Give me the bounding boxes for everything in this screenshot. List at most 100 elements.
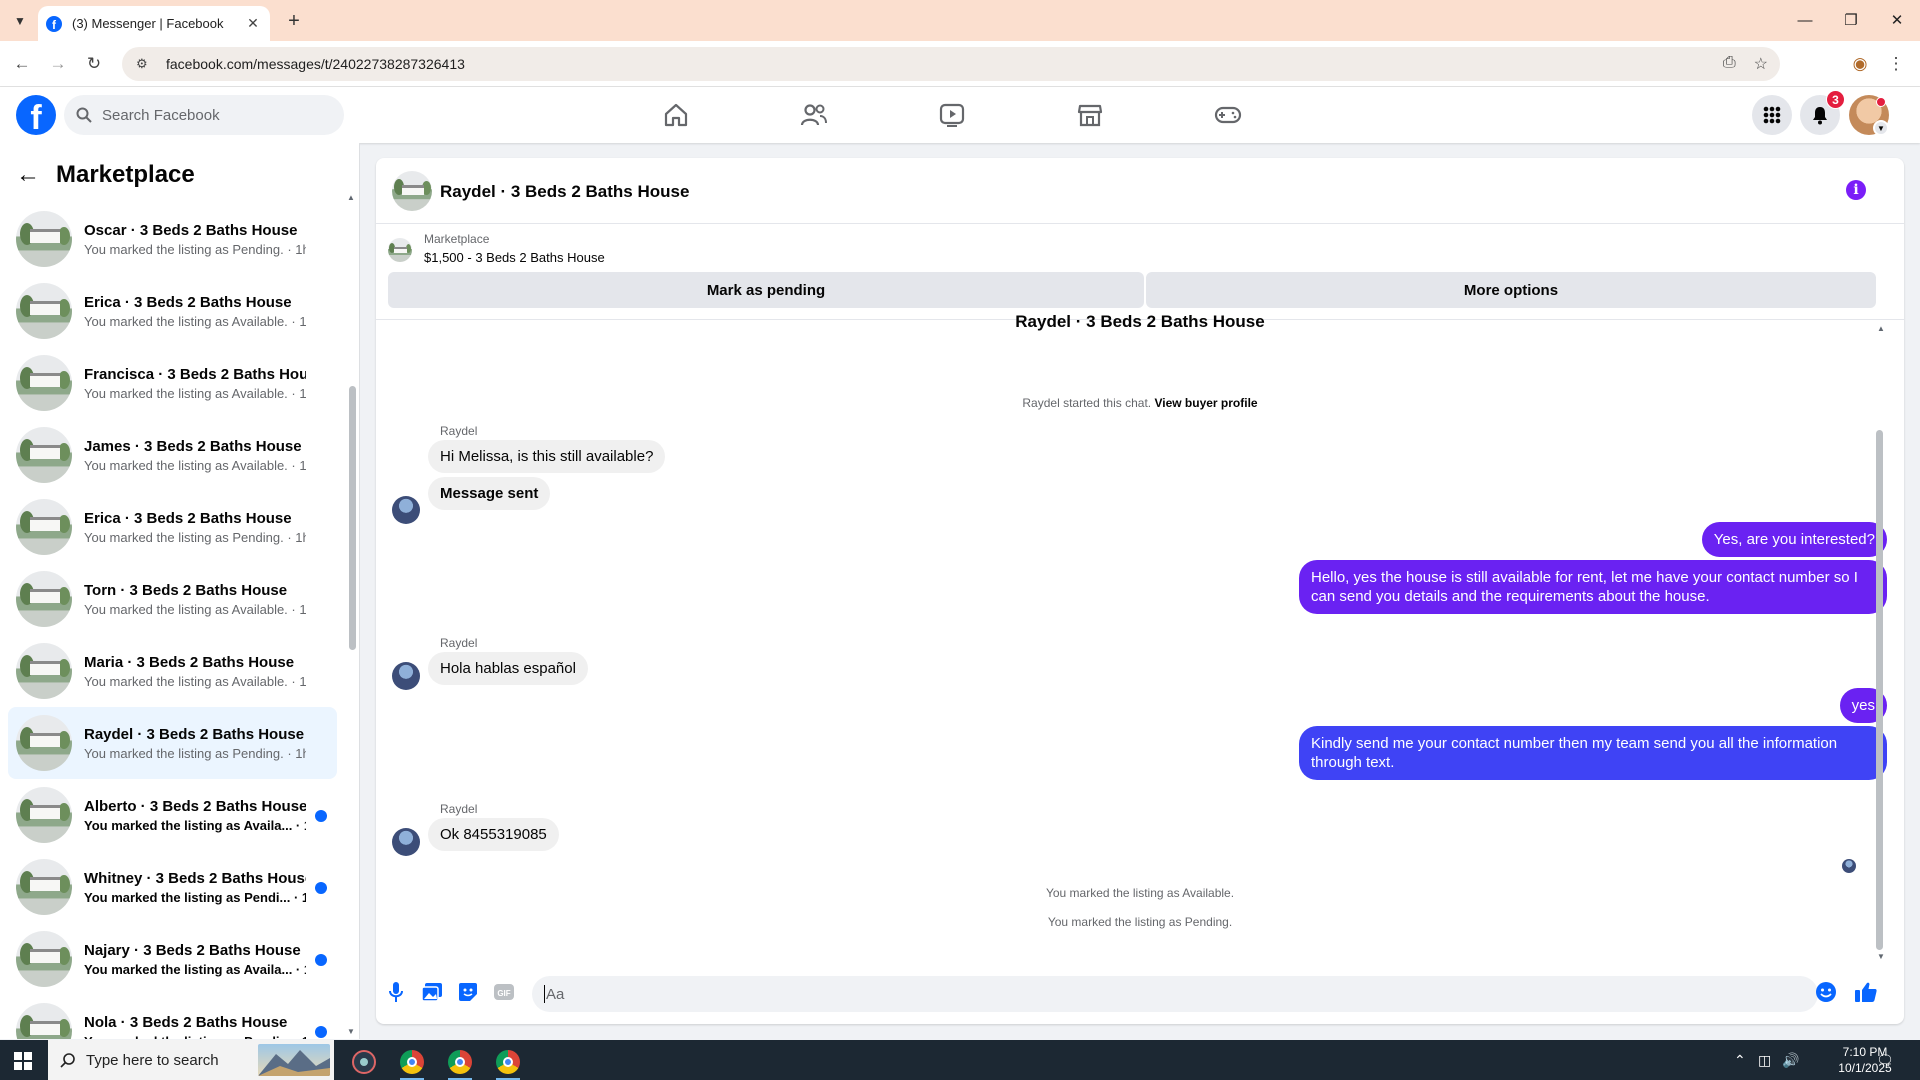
friends-icon[interactable] (798, 99, 830, 131)
search-placeholder: Search Facebook (102, 106, 220, 124)
chevron-down-icon[interactable]: ▼ (1873, 120, 1889, 136)
conversation-item[interactable]: Erica · 3 Beds 2 Baths House You marked t… (8, 275, 337, 347)
sender-avatar[interactable] (392, 496, 420, 524)
marketplace-icon[interactable] (1074, 99, 1106, 131)
listing-thumbnail (16, 715, 72, 771)
svg-text:GIF: GIF (497, 989, 510, 998)
conversation-item[interactable]: Francisca · 3 Beds 2 Baths House You mark… (8, 347, 337, 419)
taskbar-search-input[interactable]: Type here to search (48, 1040, 334, 1080)
listing-thumbnail (16, 211, 72, 267)
thumbs-up-icon[interactable] (1854, 980, 1878, 1004)
forward-icon[interactable]: → (46, 52, 70, 76)
address-bar[interactable]: ⚙ facebook.com/messages/t/24022738287326… (122, 47, 1780, 81)
facebook-search-input[interactable]: Search Facebook (64, 95, 344, 135)
more-options-button[interactable]: More options (1146, 272, 1876, 308)
conversation-item[interactable]: Oscar · 3 Beds 2 Baths House You marked t… (8, 203, 337, 275)
profile-icon[interactable]: ◉ (1848, 52, 1872, 76)
listing-price[interactable]: $1,500 - 3 Beds 2 Baths House (424, 250, 605, 265)
scroll-down-icon[interactable]: ▼ (347, 1027, 355, 1036)
scroll-up-icon[interactable]: ▲ (347, 193, 355, 202)
home-icon[interactable] (660, 99, 692, 131)
sender-avatar[interactable] (392, 828, 420, 856)
video-icon[interactable] (936, 99, 968, 131)
sidebar-scrollbar[interactable] (349, 386, 356, 650)
back-arrow-icon[interactable]: ← (16, 161, 40, 189)
incoming-message[interactable]: Message sent (428, 477, 551, 510)
install-app-icon[interactable]: ⎙ (1723, 54, 1736, 74)
browser-toolbar: ← → ↻ ⚙ facebook.com/messages/t/24022738… (0, 41, 1920, 87)
conversation-item[interactable]: James · 3 Beds 2 Baths House You marked t… (8, 419, 337, 491)
gif-icon[interactable]: GIF (492, 980, 516, 1004)
seen-indicator-avatar (1842, 859, 1856, 873)
network-icon[interactable]: ◫ (1758, 1040, 1771, 1080)
message-input[interactable]: Aa (532, 976, 1818, 1012)
minimize-button[interactable]: — (1782, 8, 1828, 32)
site-info-icon[interactable]: ⚙ (136, 56, 154, 72)
conversation-item[interactable]: Najary · 3 Beds 2 Baths House You marked … (8, 923, 337, 995)
conversation-item[interactable]: Alberto · 3 Beds 2 Baths House You marked… (8, 779, 337, 851)
sidebar-header: ← Marketplace (16, 155, 195, 195)
menu-grid-button[interactable] (1752, 95, 1792, 135)
bookmark-star-icon[interactable]: ☆ (1754, 54, 1768, 74)
conversation-name: Najary · 3 Beds 2 Baths House (84, 941, 301, 959)
chat-scroll-down-icon[interactable]: ▼ (1877, 952, 1885, 961)
taskbar-app-icon[interactable] (344, 1044, 384, 1080)
reload-icon[interactable]: ↻ (82, 52, 106, 76)
chat-title[interactable]: Raydel · 3 Beds 2 Baths House (440, 182, 689, 202)
mark-pending-button[interactable]: Mark as pending (388, 272, 1144, 308)
info-icon[interactable]: i (1846, 180, 1866, 200)
taskbar-chrome-icon[interactable] (440, 1044, 480, 1080)
view-buyer-profile-link[interactable]: View buyer profile (1154, 396, 1257, 410)
taskbar-chrome-icon[interactable] (488, 1044, 528, 1080)
taskbar-chrome-icon[interactable] (392, 1044, 432, 1080)
listing-banner: Marketplace $1,500 - 3 Beds 2 Baths Hous… (376, 224, 1904, 320)
listing-thumbnail (16, 499, 72, 555)
unread-dot (315, 954, 327, 966)
conversation-preview: You marked the listing as Available. · 1… (84, 457, 306, 473)
show-hidden-icons-icon[interactable]: ⌃ (1734, 1040, 1746, 1080)
chat-panel: Raydel · 3 Beds 2 Baths House i Marketpl… (376, 158, 1904, 1024)
close-window-button[interactable]: ✕ (1874, 8, 1920, 32)
conversation-item[interactable]: Torn · 3 Beds 2 Baths House You marked th… (8, 563, 337, 635)
windows-start-icon[interactable] (14, 1052, 32, 1070)
tab-list-button[interactable]: ▼ (8, 10, 32, 32)
conversation-name: Torn · 3 Beds 2 Baths House (84, 581, 288, 599)
conversation-item[interactable]: Erica · 3 Beds 2 Baths House You marked t… (8, 491, 337, 563)
message-placeholder: Aa (546, 985, 565, 1003)
microphone-icon[interactable] (384, 980, 408, 1004)
incoming-message[interactable]: Ok 8455319085 (428, 818, 559, 851)
gaming-icon[interactable] (1212, 99, 1244, 131)
chat-listing-thumbnail[interactable] (392, 171, 432, 211)
incoming-message[interactable]: Hi Melissa, is this still available? (428, 440, 666, 473)
notification-center-icon[interactable]: 🗨 (1876, 1040, 1894, 1080)
emoji-icon[interactable] (1814, 980, 1838, 1004)
photo-icon[interactable] (420, 980, 444, 1004)
outgoing-message[interactable]: Hello, yes the house is still available … (1299, 560, 1887, 614)
incoming-message[interactable]: Hola hablas español (428, 652, 588, 685)
back-icon[interactable]: ← (10, 52, 34, 76)
facebook-logo-icon[interactable]: f (16, 95, 56, 135)
outgoing-message[interactable]: Yes, are you interested? (1701, 522, 1887, 557)
conversation-text: Torn · 3 Beds 2 Baths House You marked th… (84, 582, 306, 617)
conversation-item[interactable]: Raydel · 3 Beds 2 Baths House You marked … (8, 707, 337, 779)
conversation-text: James · 3 Beds 2 Baths House You marked t… (84, 438, 306, 473)
volume-icon[interactable]: 🔊 (1782, 1040, 1799, 1080)
conversation-item[interactable]: Maria · 3 Beds 2 Baths House You marked t… (8, 635, 337, 707)
marketplace-sidebar: ← Marketplace Oscar · 3 Beds 2 Baths Hou… (0, 143, 360, 1039)
text-caret (544, 985, 545, 1003)
tab-close-icon[interactable]: ✕ (244, 15, 262, 32)
conversation-text: Erica · 3 Beds 2 Baths House You marked t… (84, 294, 306, 329)
conversation-item[interactable]: Whitney · 3 Beds 2 Baths House You marked… (8, 851, 337, 923)
browser-menu-icon[interactable]: ⋮ (1884, 52, 1908, 76)
sender-avatar[interactable] (392, 662, 420, 690)
restore-button[interactable]: ❐ (1828, 8, 1874, 32)
outgoing-message[interactable]: Kindly send me your contact number then … (1299, 726, 1887, 780)
new-tab-button[interactable]: + (282, 9, 306, 33)
listing-thumbnail[interactable] (388, 238, 412, 262)
chat-scrollbar[interactable] (1876, 430, 1883, 950)
chat-scroll-up-icon[interactable]: ▲ (1877, 324, 1885, 333)
sticker-icon[interactable] (456, 980, 480, 1004)
browser-tab[interactable]: f (3) Messenger | Facebook ✕ (38, 6, 270, 41)
conversation-item[interactable]: Nola · 3 Beds 2 Baths House You marked th… (8, 995, 337, 1039)
conversation-preview: You marked the listing as Pending. · 1h (84, 529, 306, 545)
